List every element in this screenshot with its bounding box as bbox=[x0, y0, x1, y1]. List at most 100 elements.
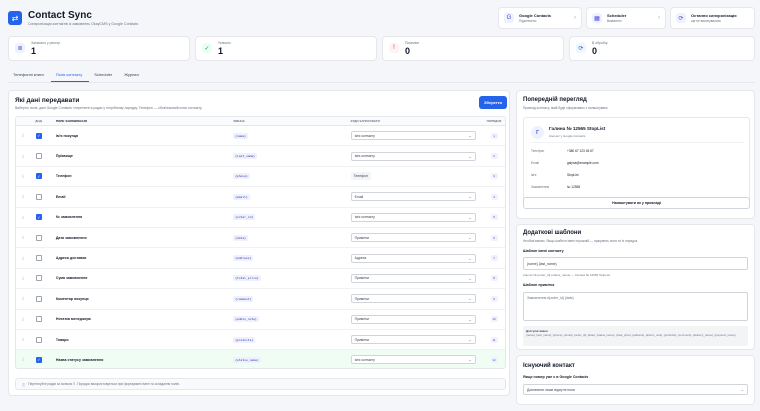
include-checkbox[interactable] bbox=[35, 336, 42, 343]
order-badge: 1 bbox=[490, 132, 498, 139]
variable-code: {name} bbox=[233, 132, 248, 139]
variable-code: {email} bbox=[233, 193, 250, 200]
contact-name: Галина № 12565 StopList bbox=[549, 126, 606, 131]
include-checkbox[interactable]: ✓ bbox=[35, 356, 42, 363]
target-select[interactable]: Примітки ⌄ bbox=[350, 335, 476, 345]
field-name: № замовлення bbox=[55, 215, 83, 220]
contact-source: Контакт у Google Contacts bbox=[549, 134, 586, 138]
templates-panel: Додаткові шаблони Необов'язково. Якщо ша… bbox=[516, 224, 755, 350]
drag-handle-icon[interactable]: ⠿ bbox=[16, 317, 30, 322]
variable-code: {last_name} bbox=[233, 153, 257, 160]
name-template-label: Шаблон імені контакту bbox=[523, 249, 564, 253]
drag-handle-icon[interactable]: ⠿ bbox=[16, 194, 30, 199]
drag-handle-icon[interactable]: ⠿ bbox=[16, 215, 30, 220]
chevron-down-icon: ⌄ bbox=[468, 133, 472, 139]
app-title: Contact Sync bbox=[28, 10, 92, 21]
stat-processing: ⟳ В обробці 0 bbox=[569, 36, 755, 61]
google-icon: G bbox=[504, 13, 514, 23]
include-checkbox[interactable] bbox=[35, 275, 42, 282]
variable-code: {admin_note} bbox=[233, 316, 259, 323]
order-badge: 10 bbox=[490, 316, 498, 323]
drag-handle-icon[interactable]: ⠿ bbox=[16, 276, 30, 281]
field-name: Нотатка менеджера bbox=[55, 317, 91, 322]
google-contacts-card[interactable]: G Google Contacts Підключено › bbox=[498, 7, 582, 29]
target-select[interactable]: Ім'я контакту ⌄ bbox=[350, 212, 476, 222]
templates-subtitle: Необов'язково. Якщо шаблон імені порожні… bbox=[523, 239, 639, 243]
save-button[interactable]: Зберегти bbox=[479, 96, 507, 109]
tab-phonebooks[interactable]: Телефонні книги bbox=[8, 70, 51, 82]
drag-handle-icon[interactable]: ⠿ bbox=[16, 235, 30, 240]
field-email: Email galyna@example.com bbox=[531, 161, 599, 165]
variable-code: {total_price} bbox=[233, 275, 261, 282]
target-select[interactable]: Email ⌄ bbox=[350, 192, 476, 202]
stat-value: 0 bbox=[592, 46, 598, 56]
chevron-down-icon: ⌄ bbox=[468, 296, 472, 302]
field-name: Адреса доставки bbox=[55, 256, 87, 261]
panel-title: Які дані передавати bbox=[15, 97, 80, 104]
tab-contact-fields[interactable]: Поля контакту bbox=[50, 70, 90, 82]
drag-handle-icon[interactable]: ⠿ bbox=[16, 296, 30, 301]
app-logo-icon: ⇄ bbox=[8, 11, 22, 25]
include-checkbox[interactable] bbox=[35, 295, 42, 302]
chevron-right-icon: › bbox=[658, 15, 660, 21]
field-phone: Телефон +380 67 123 45 67 bbox=[531, 149, 594, 153]
last-sync-card[interactable]: ⟳ Остання синхронізація ще не виконувалас… bbox=[670, 7, 755, 29]
list-icon: ≣ bbox=[15, 43, 25, 53]
include-checkbox[interactable] bbox=[35, 316, 42, 323]
divider bbox=[531, 142, 744, 143]
include-checkbox[interactable]: ✓ bbox=[35, 173, 42, 180]
templates-title: Додаткові шаблони bbox=[523, 230, 582, 236]
chevron-down-icon: ⌄ bbox=[468, 235, 472, 241]
chevron-down-icon: ⌄ bbox=[468, 275, 472, 281]
order-badge: 5 bbox=[490, 214, 498, 221]
col-variable: ЗМІННА bbox=[233, 119, 245, 123]
drag-handle-icon[interactable]: ⠿ bbox=[16, 357, 30, 362]
include-checkbox[interactable] bbox=[35, 153, 42, 160]
field-name: Ім'я StopList bbox=[531, 173, 579, 177]
table-header: ДОД. ПОЛЕ ЗАМОВЛЕННЯ ЗМІННА КУДИ ЗАПИСУВ… bbox=[16, 117, 505, 126]
tab-divider bbox=[8, 82, 755, 83]
target-select[interactable]: Ім'я контакту ⌄ bbox=[350, 151, 476, 161]
order-badge: 9 bbox=[490, 295, 498, 302]
target-select[interactable]: Ім'я контакту ⌄ bbox=[350, 355, 476, 365]
target-select[interactable]: Примітки ⌄ bbox=[350, 314, 476, 324]
chevron-down-icon: ⌄ bbox=[740, 387, 744, 392]
target-select[interactable]: Примітки ⌄ bbox=[350, 294, 476, 304]
include-checkbox[interactable]: ✓ bbox=[35, 214, 42, 221]
target-select[interactable]: Адреса ⌄ bbox=[350, 253, 476, 263]
include-checkbox[interactable] bbox=[35, 193, 42, 200]
tab-scheduler[interactable]: Scheduler bbox=[89, 70, 119, 82]
field-name: Сума замовлення bbox=[55, 276, 88, 281]
drag-handle-icon[interactable]: ⠿ bbox=[16, 133, 30, 138]
stat-value: 1 bbox=[31, 46, 37, 56]
order-badge: 2 bbox=[490, 153, 498, 160]
target-select[interactable]: Примітки ⌄ bbox=[350, 273, 476, 283]
existing-behavior-select[interactable]: Доповнити лише відсутні поля ⌄ bbox=[523, 384, 748, 395]
table-row: ⠿ Товари {products} Примітки ⌄ 11 bbox=[16, 330, 505, 351]
tab-log[interactable]: Журнал bbox=[119, 70, 146, 82]
card-status: ще не виконувалась bbox=[691, 19, 722, 23]
include-checkbox[interactable]: ✓ bbox=[35, 132, 42, 139]
drag-handle-icon[interactable]: ⠿ bbox=[16, 337, 30, 342]
variables-list: {name}, {last_name}, {phone}, {email}, {… bbox=[526, 333, 736, 338]
target-select[interactable]: Ім'я контакту ⌄ bbox=[350, 131, 476, 141]
drag-handle-icon[interactable]: ⠿ bbox=[16, 174, 30, 179]
variable-code: {products} bbox=[233, 336, 256, 343]
target-select[interactable]: Примітки ⌄ bbox=[350, 233, 476, 243]
drag-handle-icon[interactable]: ⠿ bbox=[16, 256, 30, 261]
drag-handle-icon[interactable]: ⠿ bbox=[16, 154, 30, 159]
preview-panel: Попередній перегляд Приклад контакту, як… bbox=[516, 90, 755, 219]
field-name: Ім'я покупця bbox=[55, 133, 79, 138]
apply-example-button[interactable]: Налаштувати як у прикладі bbox=[523, 197, 750, 209]
table-row: ⠿ Нотатка менеджера {admin_note} Примітки ⌄ 1… bbox=[16, 310, 505, 330]
scheduler-card[interactable]: ▦ Scheduler Вимкнено › bbox=[586, 7, 666, 29]
include-checkbox[interactable] bbox=[35, 234, 42, 241]
existing-label: Якщо номер уже є в Google Contacts bbox=[523, 375, 589, 379]
chevron-down-icon: ⌄ bbox=[468, 316, 472, 322]
existing-title: Існуючий контакт bbox=[523, 363, 575, 369]
notes-template-textarea[interactable]: Замовлення #{order_id} {date} bbox=[523, 292, 748, 321]
name-template-input[interactable]: {name} {last_name} bbox=[523, 257, 748, 270]
chevron-down-icon: ⌄ bbox=[468, 255, 472, 261]
card-status: Вимкнено bbox=[607, 19, 622, 23]
include-checkbox[interactable] bbox=[35, 255, 42, 262]
